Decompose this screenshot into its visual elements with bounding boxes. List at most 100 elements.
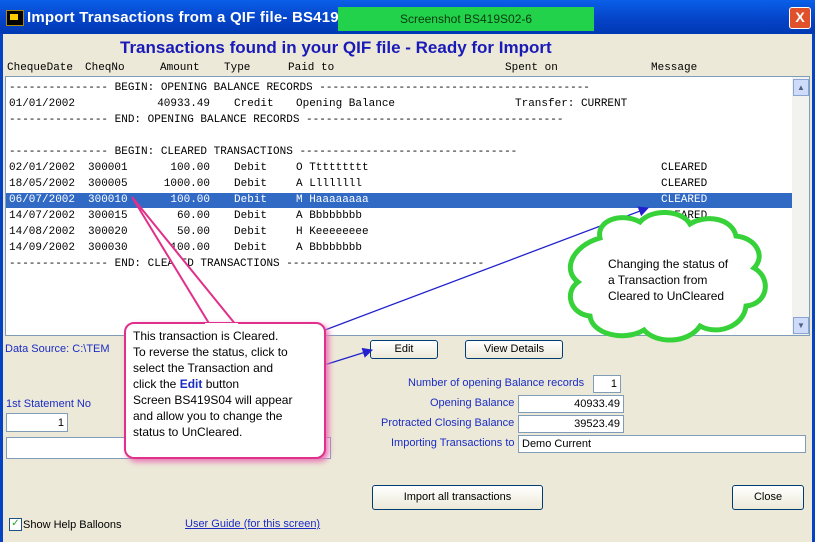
cell-spent: Transfer: CURRENT [515, 98, 628, 110]
cell-type: Credit [234, 98, 274, 110]
col-cheque-date: ChequeDate [7, 62, 74, 74]
show-help-label: Show Help Balloons [23, 519, 122, 531]
section-divider-row[interactable]: --------------- END: OPENING BALANCE REC… [6, 113, 792, 128]
section-divider-row[interactable]: --------------- BEGIN: OPENING BALANCE R… [6, 81, 792, 96]
table-row[interactable]: 18/05/2002 300005 1000.00 Debit A Llllllll CL… [6, 177, 792, 192]
import-all-button[interactable]: Import all transactions [372, 485, 543, 510]
table-row[interactable]: 14/09/2002 300030 100.00 Debit A Bbbbbbbb CLE… [6, 241, 792, 256]
importing-to-field[interactable]: Demo Current [518, 435, 806, 453]
cell-msg: CLEARED [661, 210, 708, 222]
screenshot-tag: Screenshot BS419S02-6 [338, 7, 594, 31]
balloon-line: To reverse the status, click to [133, 345, 288, 359]
app-icon [6, 10, 24, 26]
cell-amount: 100.00 [170, 194, 210, 206]
cell-msg: CLEARED [661, 178, 708, 190]
balloon-line: This transaction is Cleared. [133, 329, 279, 343]
page-heading: Transactions found in your QIF file - Re… [120, 38, 552, 57]
cell-msg: CLEARED [661, 242, 708, 254]
scroll-up-arrow-icon[interactable]: ▲ [793, 79, 809, 96]
table-row[interactable]: 01/01/2002 40933.49 Credit Opening Balance T… [6, 97, 792, 112]
show-help-checkbox[interactable]: ✓ [9, 518, 22, 531]
cell-type: Debit [234, 178, 268, 190]
table-row[interactable]: 02/01/2002 300001 100.00 Debit O Ttttttttt CL… [6, 161, 792, 176]
cloud-line: Cleared to UnCleared [608, 289, 725, 303]
divider-text: --------------- END: CLEARED TRANSACTION… [9, 258, 485, 270]
cell-date: 14/09/2002 [9, 242, 76, 254]
divider-text: --------------- END: OPENING BALANCE REC… [9, 114, 564, 126]
cloud-line: a Transaction from [608, 273, 708, 287]
closing-balance-field[interactable]: 39523.49 [518, 415, 624, 433]
balloon-text: button [202, 377, 240, 391]
col-spent-on: Spent on [505, 62, 558, 74]
opening-balance-field[interactable]: 40933.49 [518, 395, 624, 413]
cell-date: 01/01/2002 [9, 98, 76, 110]
help-balloon-status: Changing the status of a Transaction fro… [608, 256, 748, 304]
window-close-button[interactable]: X [789, 7, 811, 29]
balloon-edit-word: Edit [179, 377, 203, 391]
cell-msg: CLEARED [661, 162, 708, 174]
view-details-button[interactable]: View Details [465, 340, 563, 359]
cell-msg: CLEARED [661, 194, 708, 206]
divider-text: --------------- BEGIN: OPENING BALANCE R… [9, 82, 590, 94]
cell-no: 300005 [88, 178, 128, 190]
scroll-down-arrow-icon[interactable]: ▼ [793, 317, 809, 334]
cell-date: 14/08/2002 [9, 226, 76, 238]
cell-date: 02/01/2002 [9, 162, 76, 174]
balloon-line: and allow you to change the [133, 409, 283, 423]
cell-paid: A Bbbbbbbb [296, 242, 363, 254]
cell-no: 300010 [88, 194, 128, 206]
balloon-line: select the Transaction and [133, 361, 274, 375]
balloon-text: click the [133, 377, 180, 391]
help-balloon-edit-text: This transaction is Cleared. To reverse … [133, 328, 292, 440]
balloon-pointer-join [205, 323, 238, 326]
cell-amount: 100.00 [170, 162, 210, 174]
closing-balance-label: Protracted Closing Balance [381, 417, 515, 429]
section-divider-row[interactable]: --------------- BEGIN: CLEARED TRANSACTI… [6, 145, 792, 160]
user-guide-link[interactable]: User Guide (for this screen) [185, 518, 320, 530]
table-row[interactable]: 14/08/2002 300020 50.00 Debit H Keeeeeeee CLE… [6, 225, 792, 240]
cell-paid: A Bbbbbbbb [296, 210, 363, 222]
balloon-line: click the Edit button [133, 376, 292, 392]
opening-records-field[interactable]: 1 [593, 375, 621, 393]
divider-text: --------------- BEGIN: CLEARED TRANSACTI… [9, 146, 518, 158]
title-bar: Import Transactions from a QIF file- BS4… [0, 0, 815, 34]
cell-date: 06/07/2002 [9, 194, 76, 206]
col-cheque-no: CheqNo [85, 62, 125, 74]
cell-no: 300030 [88, 242, 128, 254]
cell-paid: A Llllllll [296, 178, 363, 190]
cell-paid: M Haaaaaaaa [296, 194, 369, 206]
col-paid-to: Paid to [288, 62, 335, 74]
section-divider-row[interactable] [6, 129, 792, 144]
cell-msg: CLEARED [661, 226, 708, 238]
opening-records-label: Number of opening Balance records [408, 377, 585, 389]
cell-type: Debit [234, 194, 268, 206]
importing-to-label: Importing Transactions to [391, 437, 515, 449]
table-row[interactable]: 06/07/2002 300010 100.00 Debit M Haaaaaaaa CL… [6, 193, 792, 208]
close-button[interactable]: Close [732, 485, 804, 510]
data-source-label: Data Source: C:\TEM [5, 343, 110, 355]
help-balloon-edit: This transaction is Cleared. To reverse … [124, 322, 326, 459]
cell-type: Debit [234, 242, 268, 254]
list-scrollbar[interactable]: ▲ ▼ [792, 77, 809, 335]
cell-amount: 1000.00 [163, 178, 210, 190]
opening-balance-label: Opening Balance [430, 397, 515, 409]
cell-amount: 40933.49 [157, 98, 210, 110]
cloud-line: Changing the status of [608, 257, 729, 271]
edit-button[interactable]: Edit [370, 340, 438, 359]
col-message: Message [651, 62, 698, 74]
cell-no: 300020 [88, 226, 128, 238]
balloon-line: status to UnCleared. [133, 425, 243, 439]
balloon-line: Screen BS419S04 will appear [133, 393, 293, 407]
cell-type: Debit [234, 210, 268, 222]
cell-date: 14/07/2002 [9, 210, 76, 222]
cell-paid: Opening Balance [296, 98, 396, 110]
cell-type: Debit [234, 226, 268, 238]
cell-type: Debit [234, 162, 268, 174]
cell-paid: O Ttttttttt [296, 162, 369, 174]
cell-amount: 50.00 [176, 226, 210, 238]
statement-no-field[interactable]: 1 [6, 413, 68, 432]
cell-amount: 100.00 [170, 242, 210, 254]
col-amount: Amount [160, 62, 200, 74]
table-row[interactable]: 14/07/2002 300015 60.00 Debit A Bbbbbbbb CLEA… [6, 209, 792, 224]
cell-date: 18/05/2002 [9, 178, 76, 190]
